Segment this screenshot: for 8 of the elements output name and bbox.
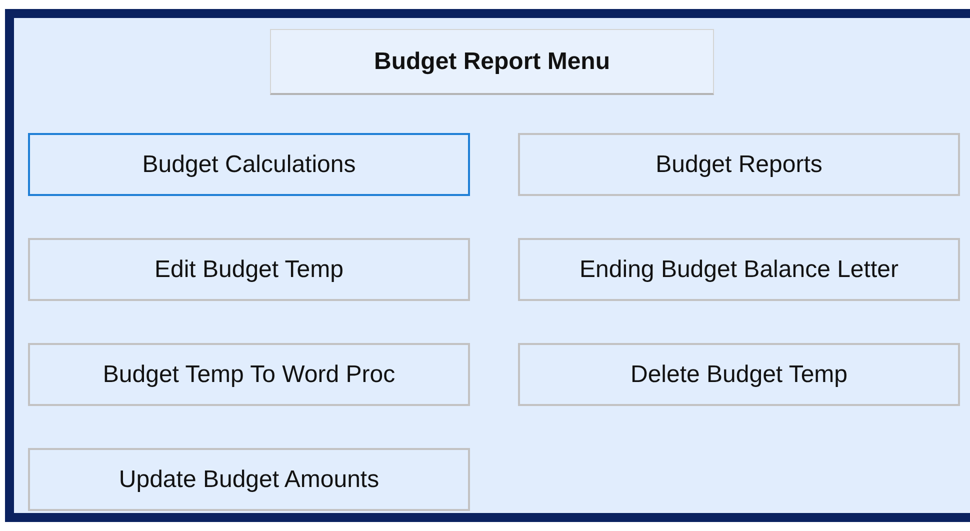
menu-button[interactable]: Budget Reports <box>518 133 960 196</box>
menu-button[interactable]: Budget Temp To Word Proc <box>28 343 470 406</box>
menu-button[interactable]: Update Budget Amounts <box>28 448 470 511</box>
menu-button[interactable]: Delete Budget Temp <box>518 343 960 406</box>
menu-button[interactable]: Edit Budget Temp <box>28 238 470 301</box>
menu-button[interactable]: Ending Budget Balance Letter <box>518 238 960 301</box>
menu-title: Budget Report Menu <box>270 29 714 95</box>
menu-button[interactable]: Budget Calculations <box>28 133 470 196</box>
